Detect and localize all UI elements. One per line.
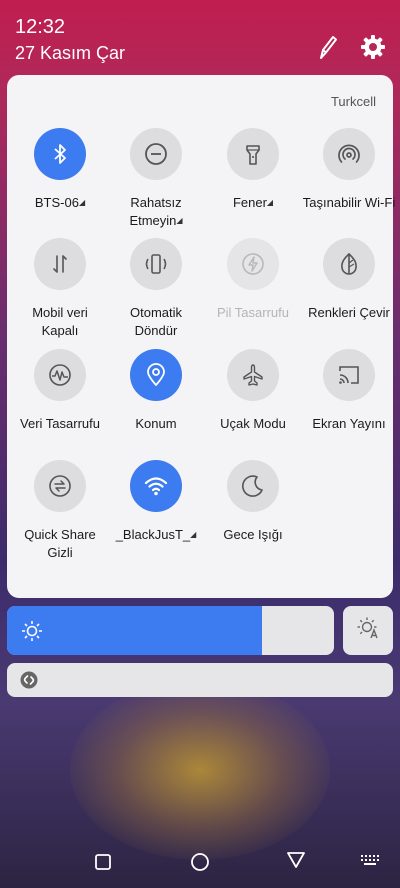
tile-label: BTS-06◢ bbox=[12, 194, 108, 212]
quick-settings-panel: Turkcell BTS-06◢ Rahatsız Etmeyin◢ Fener◢ T… bbox=[7, 75, 395, 598]
tile-label: Fener◢ bbox=[205, 194, 301, 212]
back-triangle-icon[interactable] bbox=[286, 851, 306, 869]
cast-icon[interactable] bbox=[323, 349, 375, 401]
shazam-icon bbox=[20, 671, 38, 694]
tile-label: Rahatsız Etmeyin◢ bbox=[108, 194, 204, 230]
tile-wifi[interactable]: _BlackJusT_◢ bbox=[108, 460, 204, 544]
navigation-bar bbox=[0, 840, 400, 888]
tile-mobile-data[interactable]: Mobil veri Kapalı bbox=[12, 238, 108, 340]
tile-label: Konum bbox=[108, 415, 204, 433]
recents-square-icon[interactable] bbox=[94, 853, 112, 871]
carrier-label: Turkcell bbox=[330, 94, 376, 109]
night-light-icon[interactable] bbox=[227, 460, 279, 512]
tile-night-light[interactable]: Gece Işığı bbox=[205, 460, 301, 544]
expand-caret-icon[interactable]: ◢ bbox=[190, 530, 196, 539]
tile-label: Veri Tasarrufu bbox=[12, 415, 108, 433]
tile-label-text: _BlackJusT_ bbox=[115, 527, 191, 542]
status-bar: 12:32 27 Kasım Çar bbox=[15, 15, 125, 65]
tile-battery-saver: Pil Tasarrufu bbox=[205, 238, 301, 322]
tile-label: Otomatik Döndür bbox=[108, 304, 204, 340]
tile-label-text: Gece Işığı bbox=[223, 527, 283, 542]
wifi-icon[interactable] bbox=[130, 460, 182, 512]
tile-label: Gece Işığı bbox=[205, 526, 301, 544]
tile-label: Renkleri Çevir bbox=[301, 304, 397, 322]
brightness-slider[interactable] bbox=[7, 606, 334, 655]
tile-data-saver[interactable]: Veri Tasarrufu bbox=[12, 349, 108, 433]
keyboard-icon[interactable] bbox=[360, 854, 380, 868]
data-saver-icon[interactable] bbox=[34, 349, 86, 401]
tile-airplane[interactable]: Uçak Modu bbox=[205, 349, 301, 433]
airplane-icon[interactable] bbox=[227, 349, 279, 401]
tile-label-text: Konum bbox=[135, 416, 177, 431]
expand-caret-icon[interactable]: ◢ bbox=[267, 198, 273, 207]
tile-label-text: Quick Share Gizli bbox=[24, 527, 96, 560]
tile-label-text: Ekran Yayını bbox=[312, 416, 386, 431]
tile-label-text: Rahatsız Etmeyin bbox=[129, 195, 182, 228]
tile-label: Quick Share Gizli bbox=[12, 526, 108, 562]
auto-brightness-icon bbox=[356, 616, 380, 645]
tile-label-text: Pil Tasarrufu bbox=[216, 305, 289, 320]
mobile-data-icon[interactable] bbox=[34, 238, 86, 290]
location-icon[interactable] bbox=[130, 349, 182, 401]
tile-quick-share[interactable]: Quick Share Gizli bbox=[12, 460, 108, 562]
sun-icon bbox=[21, 620, 43, 647]
tile-location[interactable]: Konum bbox=[108, 349, 204, 433]
tile-label-text: Fener bbox=[232, 195, 267, 210]
tile-label-text: Taşınabilir Wi-Fi bbox=[302, 195, 396, 210]
brightness-level bbox=[7, 606, 263, 655]
tile-label: Taşınabilir Wi-Fi bbox=[301, 194, 397, 212]
wallpaper-glow bbox=[70, 680, 330, 860]
tile-label: Ekran Yayını bbox=[301, 415, 397, 433]
tile-label-text: Otomatik Döndür bbox=[129, 305, 182, 338]
tile-label: Pil Tasarrufu bbox=[205, 304, 301, 322]
tile-bluetooth[interactable]: BTS-06◢ bbox=[12, 128, 108, 212]
shazam-bar[interactable] bbox=[7, 663, 393, 697]
edit-icon[interactable] bbox=[316, 34, 338, 60]
bluetooth-icon[interactable] bbox=[34, 128, 86, 180]
tile-label-text: Uçak Modu bbox=[220, 416, 286, 431]
tile-flashlight[interactable]: Fener◢ bbox=[205, 128, 301, 212]
do-not-disturb-icon[interactable] bbox=[130, 128, 182, 180]
tile-label-text: Mobil veri Kapalı bbox=[32, 305, 88, 338]
battery-saver-icon[interactable] bbox=[227, 238, 279, 290]
invert-colors-icon[interactable] bbox=[323, 238, 375, 290]
header-actions bbox=[316, 34, 386, 60]
auto-brightness-button[interactable] bbox=[343, 606, 393, 655]
home-circle-icon[interactable] bbox=[190, 852, 210, 872]
tile-label-text: BTS-06 bbox=[34, 195, 79, 210]
tile-label-text: Renkleri Çevir bbox=[308, 305, 390, 320]
flashlight-icon[interactable] bbox=[227, 128, 279, 180]
tile-auto-rotate[interactable]: Otomatik Döndür bbox=[108, 238, 204, 340]
tile-invert-colors[interactable]: Renkleri Çevir bbox=[301, 238, 397, 322]
clock: 12:32 bbox=[15, 16, 66, 38]
tile-label: Mobil veri Kapalı bbox=[12, 304, 108, 340]
date: 27 Kasım Çar bbox=[15, 43, 126, 63]
expand-caret-icon[interactable]: ◢ bbox=[79, 198, 85, 207]
tile-cast[interactable]: Ekran Yayını bbox=[301, 349, 397, 433]
tile-hotspot[interactable]: Taşınabilir Wi-Fi bbox=[301, 128, 397, 212]
quick-share-icon[interactable] bbox=[34, 460, 86, 512]
hotspot-icon[interactable] bbox=[323, 128, 375, 180]
tile-label: _BlackJusT_◢ bbox=[108, 526, 204, 544]
auto-rotate-icon[interactable] bbox=[130, 238, 182, 290]
expand-caret-icon[interactable]: ◢ bbox=[176, 216, 182, 225]
tile-label: Uçak Modu bbox=[205, 415, 301, 433]
settings-gear-icon[interactable] bbox=[360, 34, 386, 60]
tile-do-not-disturb[interactable]: Rahatsız Etmeyin◢ bbox=[108, 128, 204, 230]
tile-label-text: Veri Tasarrufu bbox=[20, 416, 100, 431]
